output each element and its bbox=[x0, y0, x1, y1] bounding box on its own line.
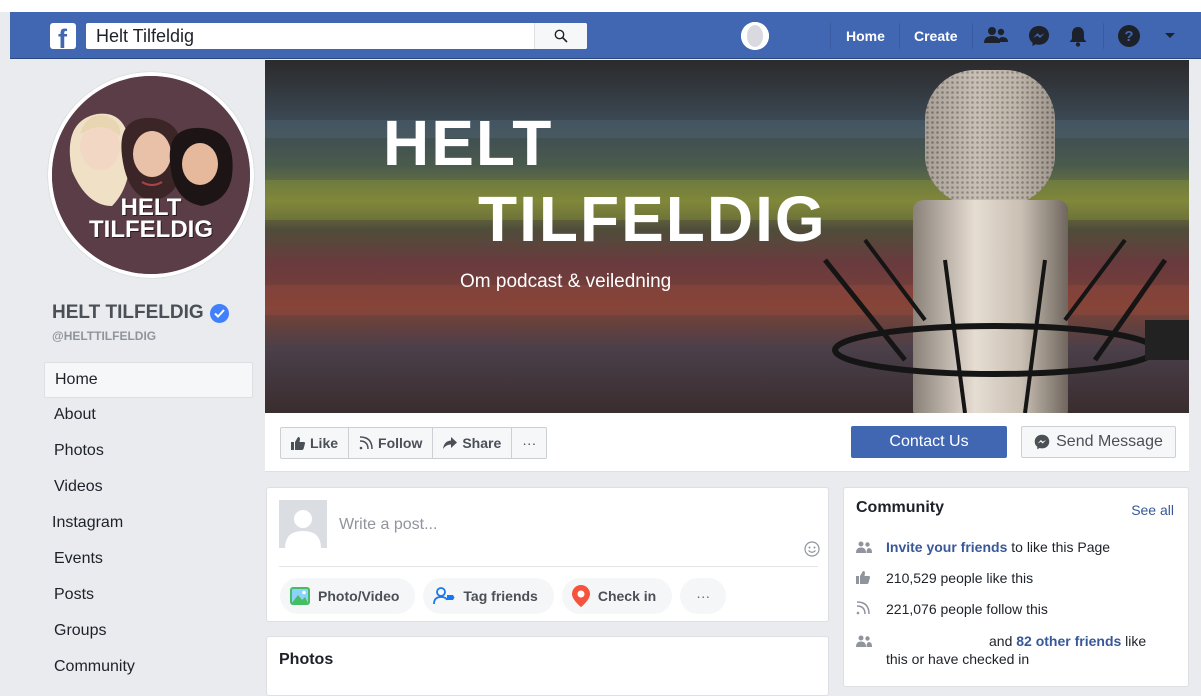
like-button[interactable]: Like bbox=[281, 428, 350, 458]
thumbs-up-icon bbox=[291, 436, 305, 450]
page-actions-group: Like Follow Share ··· bbox=[280, 427, 548, 459]
sidebar-item-videos[interactable]: Videos bbox=[44, 470, 253, 506]
tag-friends-icon bbox=[433, 587, 455, 605]
messenger-icon[interactable] bbox=[1027, 24, 1051, 48]
other-friends-link[interactable]: 82 other friends bbox=[1016, 633, 1121, 649]
more-options-button[interactable]: ··· bbox=[512, 428, 546, 458]
follow-button[interactable]: Follow bbox=[349, 428, 434, 458]
share-arrow-icon bbox=[443, 437, 458, 449]
friends-and-text: and bbox=[989, 633, 1017, 649]
profile-picture-text-tilfeldig: TILFELDIG bbox=[89, 216, 213, 243]
contact-us-button[interactable]: Contact Us bbox=[851, 426, 1007, 458]
check-in-label: Check in bbox=[597, 588, 657, 604]
sidebar-item-instagram[interactable]: Instagram bbox=[44, 506, 253, 542]
search-button[interactable] bbox=[534, 23, 587, 49]
sidebar-item-about[interactable]: About bbox=[44, 398, 253, 434]
page-username[interactable]: @HELTTILFELDIG bbox=[52, 329, 156, 343]
sidebar-item-posts[interactable]: Posts bbox=[44, 578, 253, 614]
search-icon bbox=[554, 29, 568, 43]
send-message-button[interactable]: Send Message bbox=[1021, 426, 1176, 458]
follows-count-text: 221,076 people follow this bbox=[886, 601, 1048, 617]
friends-row: and 82 other friends like this or have c… bbox=[856, 632, 1176, 668]
facebook-logo-icon[interactable]: f bbox=[50, 23, 76, 54]
sidebar-item-home[interactable]: Home bbox=[44, 362, 253, 398]
like-button-label: Like bbox=[310, 435, 339, 451]
tag-friends-button[interactable]: Tag friends bbox=[423, 578, 554, 614]
tag-friends-label: Tag friends bbox=[463, 588, 538, 604]
nav-separator bbox=[972, 23, 973, 49]
nav-separator bbox=[830, 23, 831, 49]
check-in-button[interactable]: Check in bbox=[561, 578, 673, 614]
composer-actions: Photo/Video Tag friends Check in ··· bbox=[280, 578, 727, 614]
photo-video-label: Photo/Video bbox=[318, 588, 400, 604]
cover-title-line1: HELT bbox=[383, 107, 554, 179]
nav-separator bbox=[899, 23, 900, 49]
people-icon bbox=[856, 632, 886, 668]
invite-friends-link[interactable]: Invite your friends bbox=[886, 539, 1007, 555]
search-input[interactable] bbox=[86, 23, 534, 49]
page-name[interactable]: HELT TILFELDIG bbox=[52, 302, 204, 324]
verified-badge-icon bbox=[209, 303, 229, 323]
share-button-label: Share bbox=[462, 435, 502, 451]
send-message-label: Send Message bbox=[1056, 433, 1163, 450]
nav-separator bbox=[1103, 23, 1104, 49]
rss-follow-icon bbox=[359, 436, 373, 450]
messenger-icon bbox=[1034, 434, 1050, 450]
account-menu-chevron-down-icon[interactable] bbox=[1158, 24, 1182, 48]
see-all-link[interactable]: See all bbox=[1131, 502, 1174, 518]
invite-friends-row: Invite your friends to like this Page bbox=[856, 538, 1176, 557]
cover-photo[interactable]: HELT TILFELDIG Om podcast & veiledning bbox=[265, 60, 1189, 413]
follow-button-label: Follow bbox=[378, 435, 423, 451]
sidebar-item-photos[interactable]: Photos bbox=[44, 434, 253, 470]
composer-divider bbox=[279, 566, 818, 567]
photos-title[interactable]: Photos bbox=[279, 651, 333, 669]
photos-section: Photos bbox=[266, 636, 829, 696]
post-composer: Write a post... Photo/Video Tag friends … bbox=[266, 487, 829, 622]
page-profile-picture[interactable]: HELT TILFELDIG bbox=[48, 72, 254, 278]
location-pin-icon bbox=[571, 585, 590, 607]
page-action-bar: Like Follow Share ··· Contact Us Send Me… bbox=[265, 413, 1189, 472]
write-post-input[interactable]: Write a post... bbox=[339, 516, 437, 534]
share-button[interactable]: Share bbox=[433, 428, 513, 458]
page-navigation: Home About Photos Videos Instagram Event… bbox=[44, 362, 253, 686]
community-section: Community See all Invite your friends to… bbox=[843, 487, 1189, 687]
cover-subtitle: Om podcast & veiledning bbox=[460, 271, 672, 292]
photo-icon bbox=[290, 587, 310, 605]
community-title: Community bbox=[856, 499, 944, 516]
page-name-heading[interactable]: HELT TILFELDIG bbox=[52, 302, 229, 324]
top-strip bbox=[0, 0, 1201, 12]
nav-create-link[interactable]: Create bbox=[914, 28, 958, 44]
search-bar bbox=[86, 23, 587, 49]
sidebar-item-community[interactable]: Community bbox=[44, 650, 253, 686]
follows-row: 221,076 people follow this bbox=[856, 600, 1176, 619]
cover-title-line2: TILFELDIG bbox=[478, 183, 827, 255]
likes-row: 210,529 people like this bbox=[856, 569, 1176, 588]
nav-home-link[interactable]: Home bbox=[846, 28, 885, 44]
thumbs-up-icon bbox=[856, 569, 886, 588]
friend-requests-icon[interactable] bbox=[984, 24, 1008, 48]
svg-text:?: ? bbox=[1124, 28, 1133, 45]
sidebar-item-events[interactable]: Events bbox=[44, 542, 253, 578]
likes-count-text: 210,529 people like this bbox=[886, 570, 1034, 586]
user-avatar[interactable] bbox=[741, 22, 769, 50]
composer-avatar bbox=[279, 500, 327, 548]
composer-more-button[interactable]: ··· bbox=[680, 578, 727, 614]
emoji-icon[interactable] bbox=[804, 541, 820, 562]
sidebar-item-groups[interactable]: Groups bbox=[44, 614, 253, 650]
help-icon[interactable]: ? bbox=[1117, 24, 1141, 48]
photo-video-button[interactable]: Photo/Video bbox=[280, 578, 416, 614]
people-icon bbox=[856, 538, 886, 557]
invite-friends-text: to like this Page bbox=[1007, 539, 1111, 555]
notifications-bell-icon[interactable] bbox=[1066, 24, 1090, 48]
rss-follow-icon bbox=[856, 600, 886, 619]
